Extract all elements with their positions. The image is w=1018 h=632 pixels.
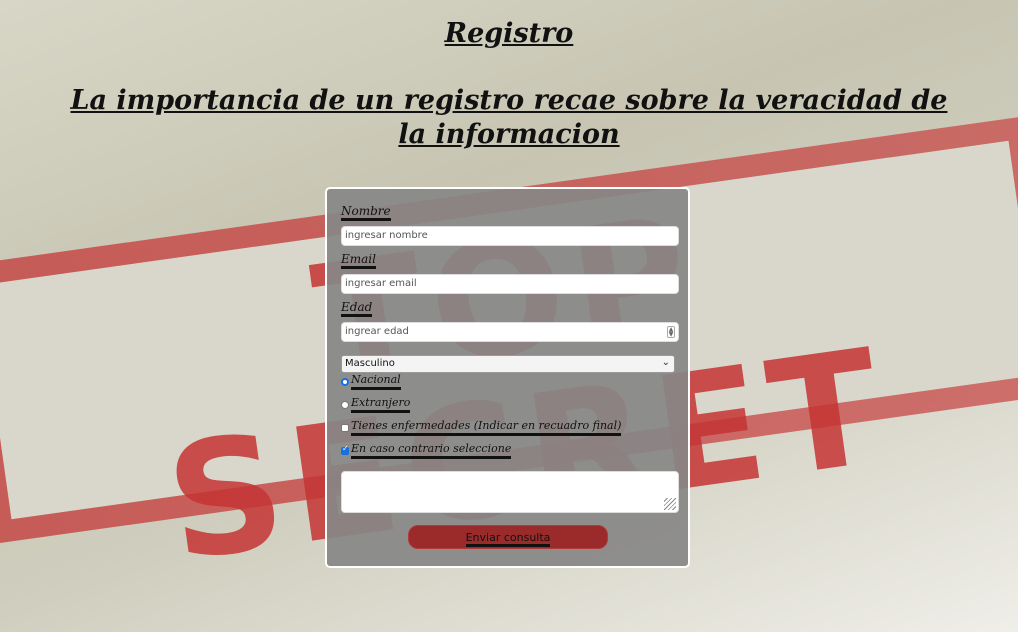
radio-national-label: Nacional	[351, 373, 401, 390]
checkbox-illness[interactable]	[341, 424, 349, 432]
radio-foreign[interactable]	[341, 401, 349, 409]
chevron-down-icon: ⌄	[661, 357, 670, 368]
number-spinner-icon[interactable]: ▲ ▼	[667, 326, 675, 338]
page-subtitle: La importancia de un registro recae sobr…	[70, 85, 948, 150]
age-label: Edad	[341, 300, 373, 317]
submit-button-label: Enviar consulta	[465, 531, 551, 547]
radio-national[interactable]	[341, 378, 349, 386]
age-input[interactable]: ingrear edad ▲ ▼	[341, 322, 679, 342]
email-input[interactable]: ingresar email	[341, 274, 679, 294]
name-label: Nombre	[341, 204, 391, 221]
registration-form: Nombre ingresar nombre Email ingresar em…	[325, 187, 690, 568]
age-placeholder: ingrear edad	[345, 326, 409, 337]
checkbox-illness-label: Tienes enfermedades (Indicar en recuadro…	[351, 419, 622, 436]
submit-button[interactable]: Enviar consulta	[408, 525, 608, 549]
checkbox-otherwise-label: En caso contrario seleccione	[351, 442, 512, 459]
comments-textarea[interactable]	[341, 471, 679, 513]
name-input[interactable]: ingresar nombre	[341, 226, 679, 246]
gender-select-value: Masculino	[345, 358, 395, 369]
resize-grip-icon[interactable]	[664, 498, 676, 510]
radio-foreign-label: Extranjero	[351, 396, 411, 413]
email-label: Email	[341, 252, 376, 269]
checkbox-otherwise[interactable]	[341, 444, 349, 455]
gender-select[interactable]: Masculino ⌄	[341, 355, 675, 373]
page-title: Registro	[444, 18, 574, 49]
